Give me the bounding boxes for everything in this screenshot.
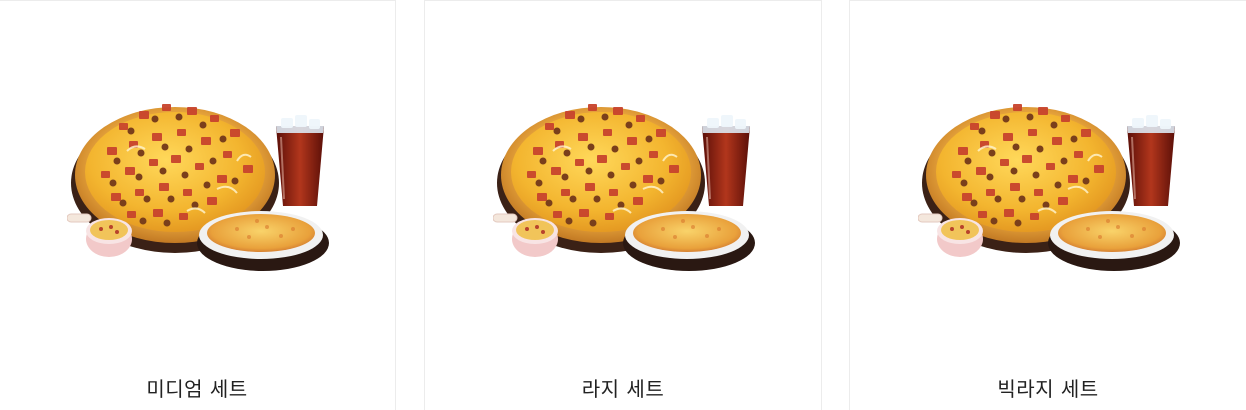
product-name[interactable]: 라지 세트 — [425, 373, 821, 402]
product-card[interactable]: 미디엄 세트 — [0, 0, 396, 410]
pizza-set-image[interactable] — [917, 71, 1183, 276]
product-card[interactable]: 빅라지 세트 — [849, 0, 1246, 410]
product-grid: 미디엄 세트 라지 세트 빅라지 세트 — [0, 0, 1246, 410]
pizza-set-image[interactable] — [492, 71, 758, 276]
product-card[interactable]: 라지 세트 — [424, 0, 822, 410]
product-name[interactable]: 미디엄 세트 — [0, 373, 395, 402]
product-name[interactable]: 빅라지 세트 — [850, 373, 1246, 402]
pizza-set-image[interactable] — [66, 71, 332, 276]
